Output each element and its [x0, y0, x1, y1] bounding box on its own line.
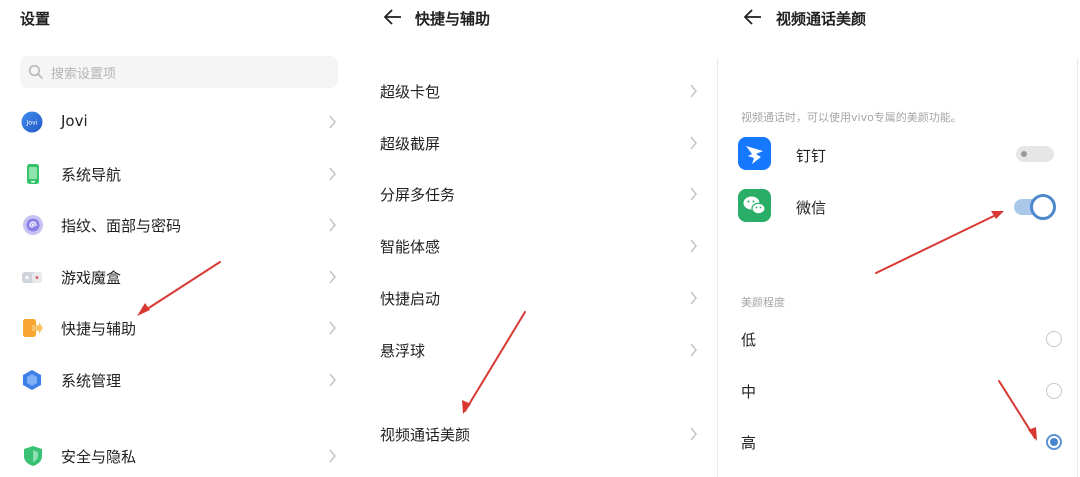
- back-arrow-icon[interactable]: [742, 6, 764, 32]
- beauty-description: 视频通话时，可以使用vivo专属的美颜功能。: [741, 111, 962, 124]
- toggle-knob: [1021, 151, 1027, 157]
- chevron-right-icon: [689, 238, 698, 258]
- phone-icon: [22, 163, 44, 185]
- level-option-low[interactable]: 低: [718, 318, 1073, 358]
- video-beauty-panel: 视频通话美颜 视频通话时，可以使用vivo专属的美颜功能。 钉钉 微信 美颜程度…: [718, 0, 1080, 477]
- settings-item-shortcuts[interactable]: 快捷与辅助: [0, 308, 360, 348]
- chevron-right-icon: [328, 320, 337, 340]
- settings-item-game-box[interactable]: 游戏魔盒: [0, 257, 360, 297]
- chevron-right-icon: [328, 372, 337, 392]
- app-label-wechat: 微信: [796, 199, 827, 217]
- shortcuts-item-card-pack[interactable]: 超级卡包: [360, 71, 710, 111]
- settings-item-label: Jovi: [61, 112, 88, 130]
- shortcuts-item-label: 视频通话美颜: [380, 426, 471, 444]
- settings-item-label: 系统导航: [61, 166, 122, 184]
- shortcuts-item-label: 分屏多任务: [380, 186, 456, 204]
- search-input[interactable]: 搜索设置项: [20, 56, 338, 88]
- chevron-right-icon: [689, 290, 698, 310]
- app-label-dingtalk: 钉钉: [796, 147, 827, 165]
- chevron-right-icon: [328, 217, 337, 237]
- settings-item-label: 系统管理: [61, 372, 122, 390]
- back-arrow-icon[interactable]: [382, 6, 404, 32]
- dingtalk-icon: [738, 137, 771, 170]
- level-option-medium[interactable]: 中: [718, 370, 1073, 410]
- chevron-right-icon: [328, 114, 337, 134]
- shield-icon: [22, 445, 44, 467]
- shortcuts-item-label: 悬浮球: [380, 342, 426, 360]
- settings-panel: 设置 搜索设置项 Jovi Jovi 系统导航 指纹、面部与密码 游戏魔盒 快捷…: [0, 0, 360, 477]
- level-label: 低: [741, 331, 757, 349]
- jovi-icon-text: Jovi: [26, 120, 38, 127]
- dingtalk-toggle[interactable]: [1016, 146, 1054, 162]
- settings-item-fingerprint[interactable]: 指纹、面部与密码: [0, 205, 360, 245]
- shortcuts-item-video-beauty[interactable]: 视频通话美颜: [360, 414, 710, 454]
- settings-item-system-management[interactable]: 系统管理: [0, 360, 360, 400]
- shortcuts-item-label: 超级卡包: [380, 83, 441, 101]
- level-section-title: 美颜程度: [741, 296, 785, 309]
- chevron-right-icon: [689, 426, 698, 446]
- level-radio-low[interactable]: [1046, 331, 1062, 347]
- fingerprint-icon: [22, 214, 44, 236]
- shortcuts-item-split-screen[interactable]: 分屏多任务: [360, 174, 710, 214]
- chevron-right-icon: [689, 135, 698, 155]
- settings-item-label: 快捷与辅助: [61, 320, 137, 338]
- settings-item-jovi[interactable]: Jovi Jovi: [0, 102, 360, 142]
- chevron-right-icon: [689, 186, 698, 206]
- level-radio-high[interactable]: [1046, 434, 1062, 450]
- jovi-icon: Jovi: [21, 111, 43, 133]
- shortcuts-item-floating-ball[interactable]: 悬浮球: [360, 330, 710, 370]
- search-icon: [28, 64, 44, 84]
- page-title: 快捷与辅助: [415, 10, 491, 28]
- shortcuts-item-label: 智能体感: [380, 238, 441, 256]
- shortcuts-item-label: 快捷启动: [380, 290, 441, 308]
- chevron-right-icon: [328, 448, 337, 468]
- shortcuts-item-quick-launch[interactable]: 快捷启动: [360, 278, 710, 318]
- chevron-right-icon: [328, 269, 337, 289]
- shortcuts-item-label: 超级截屏: [380, 135, 441, 153]
- settings-item-label: 安全与隐私: [61, 448, 137, 466]
- wechat-icon: [738, 189, 771, 222]
- level-radio-medium[interactable]: [1046, 383, 1062, 399]
- chevron-right-icon: [689, 342, 698, 362]
- settings-item-label: 游戏魔盒: [61, 269, 122, 287]
- shortcuts-panel: 快捷与辅助 超级卡包 超级截屏 分屏多任务 智能体感 快捷启动 悬浮球 视频通话…: [360, 0, 718, 477]
- shortcuts-item-screenshot[interactable]: 超级截屏: [360, 123, 710, 163]
- level-label: 中: [741, 383, 757, 401]
- hexagon-icon: [21, 369, 43, 391]
- gamepad-icon: [21, 266, 43, 288]
- level-label: 高: [741, 434, 757, 452]
- settings-item-label: 指纹、面部与密码: [61, 217, 182, 235]
- settings-item-security[interactable]: 安全与隐私: [0, 436, 360, 476]
- wechat-toggle[interactable]: [1014, 194, 1056, 220]
- shortcuts-item-motion[interactable]: 智能体感: [360, 226, 710, 266]
- shortcut-icon: [22, 317, 44, 339]
- chevron-right-icon: [328, 166, 337, 186]
- settings-item-navigation[interactable]: 系统导航: [0, 154, 360, 194]
- chevron-right-icon: [689, 83, 698, 103]
- page-title: 设置: [20, 10, 51, 28]
- search-placeholder: 搜索设置项: [51, 67, 117, 82]
- toggle-knob: [1030, 194, 1056, 220]
- level-option-high[interactable]: 高: [718, 421, 1073, 461]
- page-title: 视频通话美颜: [776, 10, 867, 28]
